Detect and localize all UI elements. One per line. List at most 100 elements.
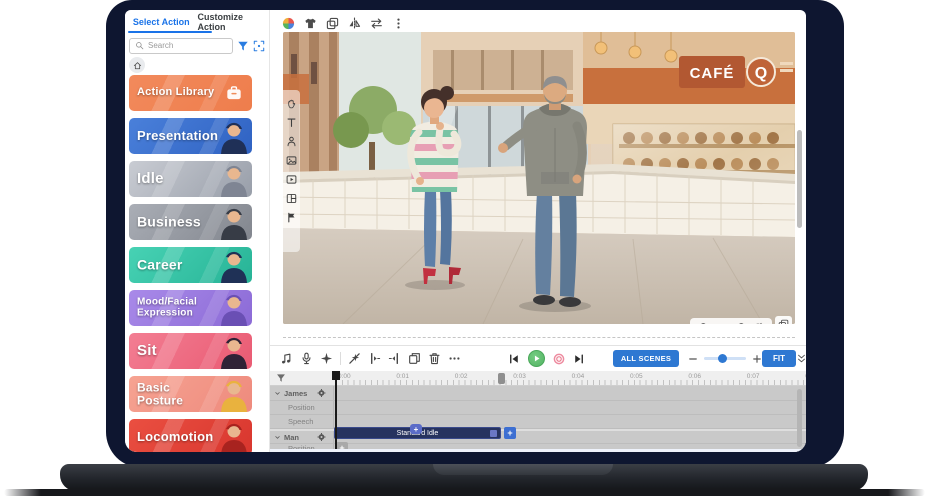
action-category-card[interactable]: Action Library: [129, 75, 252, 111]
track-name: Position: [288, 403, 315, 412]
add-action-button[interactable]: +: [504, 427, 516, 439]
action-category-card[interactable]: Business: [129, 204, 252, 240]
card-label: Locomotion: [137, 430, 213, 444]
action-category-card[interactable]: Idle: [129, 161, 252, 197]
copy-icon[interactable]: [408, 352, 421, 365]
zoom-slider-track[interactable]: [704, 357, 746, 360]
character-icon[interactable]: [286, 136, 297, 147]
color-wheel-icon[interactable]: [282, 17, 295, 30]
track-name: Speech: [288, 417, 313, 426]
app-screen: Select Action Customize Action Search Ac…: [125, 10, 806, 452]
ruler-label: 0:07: [747, 373, 760, 380]
filter-icon[interactable]: [237, 40, 249, 52]
play-button[interactable]: [528, 350, 545, 367]
trash-icon[interactable]: [428, 352, 441, 365]
zoom-plus-icon[interactable]: [752, 354, 762, 364]
action-category-card[interactable]: Sit: [129, 333, 252, 369]
clip-resize-handle[interactable]: [490, 430, 497, 437]
tab-customize-action[interactable]: Customize Action: [198, 10, 271, 33]
trim-start-icon[interactable]: [368, 352, 381, 365]
card-label: Career: [137, 258, 183, 273]
search-input[interactable]: Search: [129, 38, 233, 54]
panel-tabs: Select Action Customize Action: [125, 10, 270, 33]
add-action-handle[interactable]: +: [410, 424, 422, 434]
swap-icon[interactable]: [370, 17, 383, 30]
zoom-level: 60%: [715, 323, 731, 325]
more-h-icon[interactable]: [448, 352, 461, 365]
track-header[interactable]: Speech: [270, 415, 333, 428]
trim-end-icon[interactable]: [388, 352, 401, 365]
track-filter-icon[interactable]: [276, 373, 286, 383]
timeline-scrollbar[interactable]: [797, 389, 802, 447]
image-icon[interactable]: [286, 155, 297, 166]
action-category-card[interactable]: Basic Posture: [129, 376, 252, 412]
shirt-icon[interactable]: [304, 17, 317, 30]
card-label: Idle: [137, 171, 164, 187]
text-icon[interactable]: [286, 117, 297, 128]
mic-icon[interactable]: [300, 352, 313, 365]
track-name: Man: [284, 433, 299, 442]
home-button[interactable]: [129, 57, 145, 73]
zoom-out-icon[interactable]: [699, 322, 709, 324]
trees: [333, 32, 423, 192]
scene-tool-strip: [283, 90, 300, 252]
chevron-down-icon[interactable]: [274, 434, 281, 441]
flip-icon[interactable]: [348, 17, 361, 30]
canvas-scrollbar[interactable]: [797, 130, 802, 228]
zoom-minus-icon[interactable]: [688, 354, 698, 364]
eye-off-icon[interactable]: [753, 322, 763, 324]
laptop-base: [60, 464, 868, 491]
laptop-notch: [433, 464, 613, 475]
page: Select Action Customize Action Search Ac…: [0, 0, 929, 497]
duplicate-scene-button[interactable]: [775, 316, 792, 324]
zoom-in-icon[interactable]: [737, 322, 747, 324]
expand-icon[interactable]: [253, 40, 265, 52]
action-category-card[interactable]: Presentation: [129, 118, 252, 154]
scene-end-marker[interactable]: [498, 373, 505, 384]
more-v-icon[interactable]: [392, 17, 405, 30]
skip-start-icon[interactable]: [508, 353, 520, 365]
collapse-timeline-icon[interactable]: [796, 353, 806, 364]
card-label: Presentation: [137, 129, 217, 143]
layout-icon[interactable]: [286, 193, 297, 204]
card-figure: [206, 335, 250, 369]
tab-select-action[interactable]: Select Action: [125, 10, 198, 33]
flag-icon[interactable]: [286, 212, 297, 223]
sparkle-icon[interactable]: [320, 352, 333, 365]
track-header[interactable]: Man: [270, 431, 333, 443]
ruler-label: 0:06: [688, 373, 701, 380]
ruler-label: 0:04: [572, 373, 585, 380]
playback-controls: [508, 346, 585, 371]
scene-boundary: [283, 337, 795, 338]
action-category-card[interactable]: Locomotion: [129, 419, 252, 452]
chevron-down-icon[interactable]: [274, 390, 281, 397]
hand-icon[interactable]: [286, 98, 297, 109]
video-icon[interactable]: [286, 174, 297, 185]
track-settings-icon[interactable]: [317, 433, 326, 442]
skip-end-icon[interactable]: [573, 353, 585, 365]
zoom-slider-thumb[interactable]: [718, 354, 727, 363]
laptop-shadow: [4, 489, 925, 496]
card-label: Sit: [137, 343, 157, 359]
sparkle-off-icon[interactable]: [348, 352, 361, 365]
all-scenes-button[interactable]: ALL SCENES: [613, 350, 679, 367]
track-list: Standard Idle + + + What kind of coffee …: [270, 386, 806, 452]
track-header[interactable]: James: [270, 386, 333, 400]
card-label: Basic Posture: [137, 381, 217, 406]
library-box-icon: [224, 85, 244, 102]
fit-button[interactable]: FIT: [762, 350, 796, 367]
track-header[interactable]: Position: [270, 401, 333, 414]
ruler-label: 0:02: [455, 373, 468, 380]
record-button[interactable]: [553, 353, 565, 365]
search-icon: [135, 41, 144, 50]
timeline-ruler[interactable]: 0:000:010:020:030:040:050:060:070:08: [270, 371, 806, 386]
playhead-line: [335, 371, 337, 449]
action-category-card[interactable]: Career: [129, 247, 252, 283]
duplicate-icon[interactable]: [326, 17, 339, 30]
music-note-icon[interactable]: [280, 352, 293, 365]
action-category-card[interactable]: Mood/Facial Expression: [129, 290, 252, 326]
card-label: Business: [137, 215, 201, 230]
ruler-label: 0:03: [513, 373, 526, 380]
scene-viewport[interactable]: CAFÉ Q: [283, 32, 795, 324]
track-settings-icon[interactable]: [317, 389, 326, 398]
